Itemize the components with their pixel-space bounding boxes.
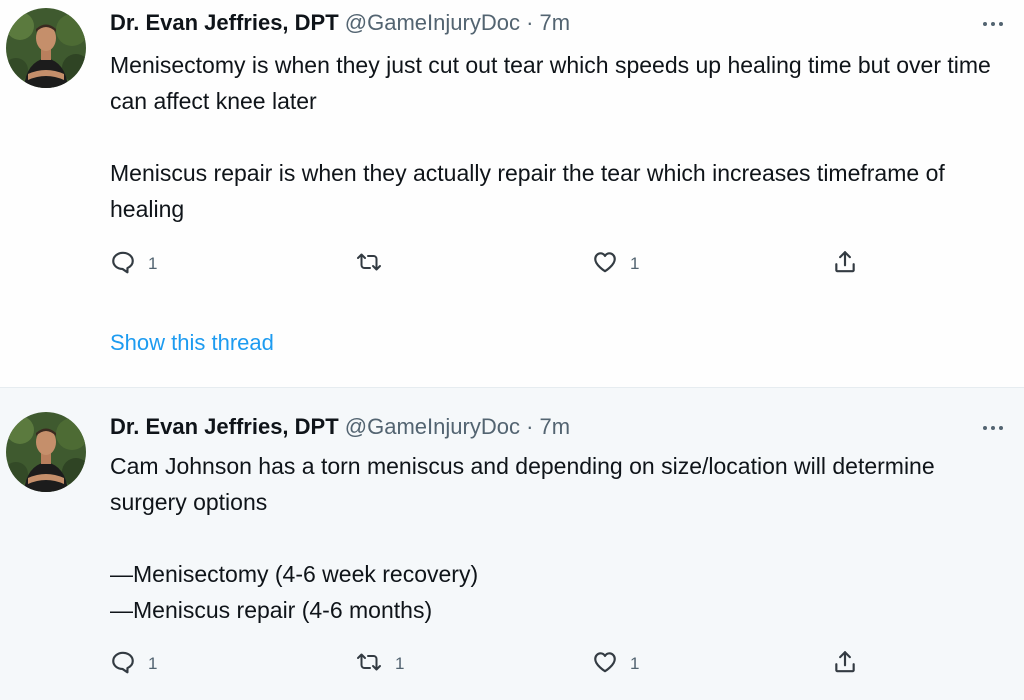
- like-button[interactable]: 1: [592, 648, 639, 680]
- share-icon: [832, 649, 858, 680]
- tweet-paragraph: —Menisectomy (4-6 week recovery): [110, 561, 479, 587]
- heart-icon: [592, 249, 618, 280]
- reply-count: 1: [148, 654, 158, 673]
- author-name[interactable]: Dr. Evan Jeffries, DPT: [110, 10, 339, 35]
- tweet-paragraph: Cam Johnson has a torn meniscus and depe…: [110, 453, 935, 515]
- retweet-icon: [355, 649, 383, 680]
- retweet-icon: [355, 249, 383, 280]
- timestamp[interactable]: 7m: [540, 414, 571, 439]
- retweet-button[interactable]: [355, 248, 395, 280]
- avatar[interactable]: [6, 8, 86, 88]
- tweet-paragraph: —Meniscus repair (4-6 months): [110, 597, 433, 623]
- tweet-header: Dr. Evan Jeffries, DPT @GameInjuryDoc · …: [110, 8, 570, 38]
- tweet[interactable]: Dr. Evan Jeffries, DPT @GameInjuryDoc · …: [0, 388, 1024, 700]
- reply-count: 1: [148, 254, 158, 273]
- avatar[interactable]: [6, 412, 86, 492]
- share-icon: [832, 249, 858, 280]
- tweet-paragraph: Menisectomy is when they just cut out te…: [110, 52, 991, 114]
- show-thread-link[interactable]: Show this thread: [110, 330, 274, 356]
- tweet-actions: 1 1 1: [110, 648, 870, 680]
- heart-icon: [592, 649, 618, 680]
- like-button[interactable]: 1: [592, 248, 639, 280]
- reply-icon: [110, 249, 136, 280]
- more-options-icon[interactable]: [978, 14, 1008, 34]
- reply-button[interactable]: 1: [110, 648, 157, 680]
- separator: ·: [526, 10, 534, 35]
- author-name[interactable]: Dr. Evan Jeffries, DPT: [110, 414, 339, 439]
- more-options-icon[interactable]: [978, 418, 1008, 438]
- reply-icon: [110, 649, 136, 680]
- tweet-text: Menisectomy is when they just cut out te…: [110, 47, 1000, 227]
- separator: ·: [526, 414, 534, 439]
- author-handle[interactable]: @GameInjuryDoc: [345, 10, 520, 35]
- timestamp[interactable]: 7m: [540, 10, 571, 35]
- retweet-count: 1: [395, 654, 405, 673]
- share-button[interactable]: [832, 248, 858, 280]
- tweet[interactable]: Dr. Evan Jeffries, DPT @GameInjuryDoc · …: [0, 0, 1024, 388]
- tweet-header: Dr. Evan Jeffries, DPT @GameInjuryDoc · …: [110, 412, 570, 442]
- tweet-paragraph: Meniscus repair is when they actually re…: [110, 160, 945, 222]
- author-handle[interactable]: @GameInjuryDoc: [345, 414, 520, 439]
- tweet-text: Cam Johnson has a torn meniscus and depe…: [110, 448, 1000, 628]
- reply-button[interactable]: 1: [110, 248, 157, 280]
- tweet-actions: 1 1: [110, 248, 870, 280]
- like-count: 1: [630, 254, 640, 273]
- retweet-button[interactable]: 1: [355, 648, 404, 680]
- like-count: 1: [630, 654, 640, 673]
- share-button[interactable]: [832, 648, 858, 680]
